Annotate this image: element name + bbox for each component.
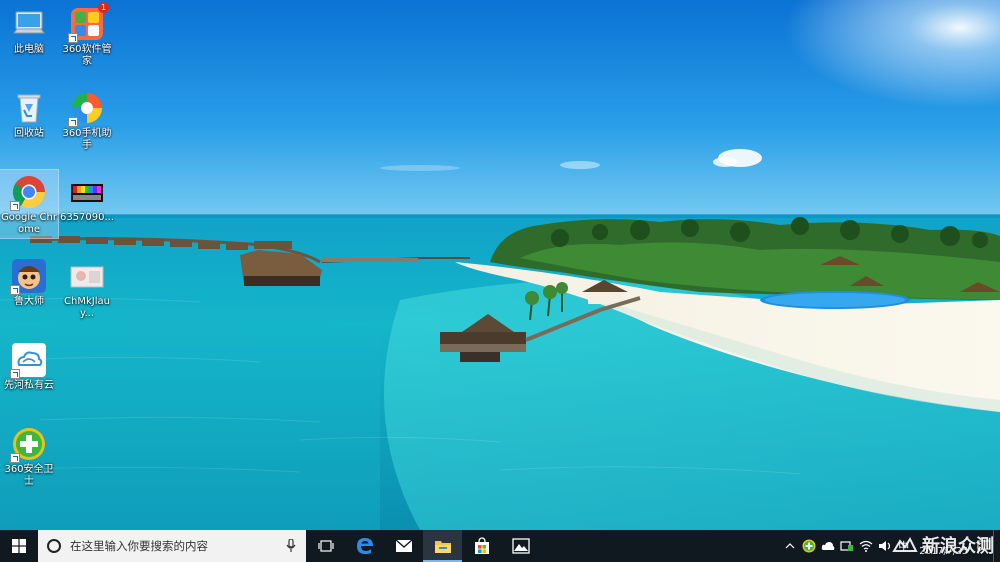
mail-icon [395, 539, 412, 552]
taskbar: 在这里输入你要搜索的内容 中 2017/7/25 [0, 530, 1000, 562]
photos-button[interactable] [501, 530, 540, 562]
windows-logo-icon [12, 539, 26, 553]
watermark: 新浪众测 [892, 532, 994, 558]
taskbar-search-box[interactable]: 在这里输入你要搜索的内容 [38, 530, 306, 562]
desktop-icon-ludashi[interactable]: 鲁大师 [0, 254, 58, 326]
desktop-icon-image-6357090[interactable]: 6357090... [58, 170, 116, 242]
desktop-icon-360-security[interactable]: 360安全卫士 [0, 422, 58, 494]
360-phone-assistant-icon [68, 90, 105, 127]
desktop-icon-label: 360安全卫士 [4, 464, 54, 487]
desktop-icon-360-software-manager[interactable]: 1 360软件管家 [58, 2, 116, 74]
desktop-icon-label: 360手机助手 [62, 128, 112, 151]
volume-icon [878, 541, 890, 551]
notification-badge: 1 [98, 2, 109, 13]
device-tray-icon [840, 541, 853, 551]
shortcut-arrow-icon [68, 33, 78, 43]
mail-button[interactable] [384, 530, 423, 562]
image-file-icon [69, 174, 105, 210]
desktop-icon-label: Google Chrome [1, 212, 57, 235]
desktop-icon-label: ChMkJlauy... [64, 296, 110, 319]
photos-icon [511, 538, 530, 554]
store-button[interactable] [462, 530, 501, 562]
360-software-manager-icon: 1 [68, 2, 109, 43]
ludashi-icon [10, 258, 47, 295]
search-placeholder: 在这里输入你要搜索的内容 [70, 539, 208, 553]
desktop-icon-label: 回收站 [14, 128, 44, 139]
chevron-up-icon [785, 543, 795, 549]
shortcut-arrow-icon [68, 117, 78, 127]
file-explorer-button[interactable] [423, 530, 462, 562]
edge-icon [356, 538, 373, 554]
show-desktop-button[interactable] [993, 530, 1000, 562]
desktop-icon-image-chmkjlauy[interactable]: ChMkJlauy... [58, 254, 116, 326]
edge-button[interactable] [345, 530, 384, 562]
microphone-icon[interactable] [286, 539, 296, 553]
shortcut-arrow-icon [10, 201, 20, 211]
shortcut-arrow-icon [10, 369, 20, 379]
cortana-icon [47, 539, 61, 553]
chrome-icon [10, 174, 47, 211]
store-icon [474, 537, 489, 554]
tray-wifi[interactable] [856, 530, 875, 562]
shortcut-arrow-icon [10, 453, 20, 463]
desktop-icon-label: 鲁大师 [14, 296, 44, 307]
watermark-text: 新浪众测 [922, 536, 994, 557]
360-security-icon [10, 426, 47, 463]
start-button[interactable] [0, 530, 38, 562]
task-view-button[interactable] [306, 530, 345, 562]
image-file-icon [69, 258, 105, 294]
desktop-icon-recycle-bin[interactable]: 回收站 [0, 86, 58, 158]
desktop-icon-google-chrome[interactable]: Google Chrome [0, 169, 59, 239]
desktop-icon-360-phone-assistant[interactable]: 360手机助手 [58, 86, 116, 158]
tray-360-security[interactable] [799, 530, 818, 562]
desktop-icon-label: 360软件管家 [62, 44, 112, 67]
recycle-bin-icon [11, 90, 47, 126]
wifi-icon [859, 540, 873, 552]
tray-cloud[interactable] [818, 530, 837, 562]
desktop-wallpaper [0, 0, 1000, 530]
desktop-icon-cloud-app[interactable]: 先河私有云 [0, 338, 58, 410]
task-view-icon [317, 540, 334, 552]
file-explorer-icon [434, 540, 451, 553]
desktop-icon-label: 此电脑 [14, 44, 44, 55]
desktop-icon-this-pc[interactable]: 此电脑 [0, 2, 58, 74]
cloud-tray-icon [821, 542, 835, 550]
this-pc-icon [11, 6, 47, 42]
360-security-tray-icon [802, 539, 816, 553]
tray-device[interactable] [837, 530, 856, 562]
cloud-app-icon [10, 342, 47, 379]
watermark-logo-icon [892, 536, 918, 552]
show-hidden-icons-button[interactable] [780, 530, 799, 562]
desktop-icon-label: 先河私有云 [4, 380, 54, 391]
desktop-icon-label: 6357090... [59, 212, 115, 223]
shortcut-arrow-icon [10, 285, 20, 295]
